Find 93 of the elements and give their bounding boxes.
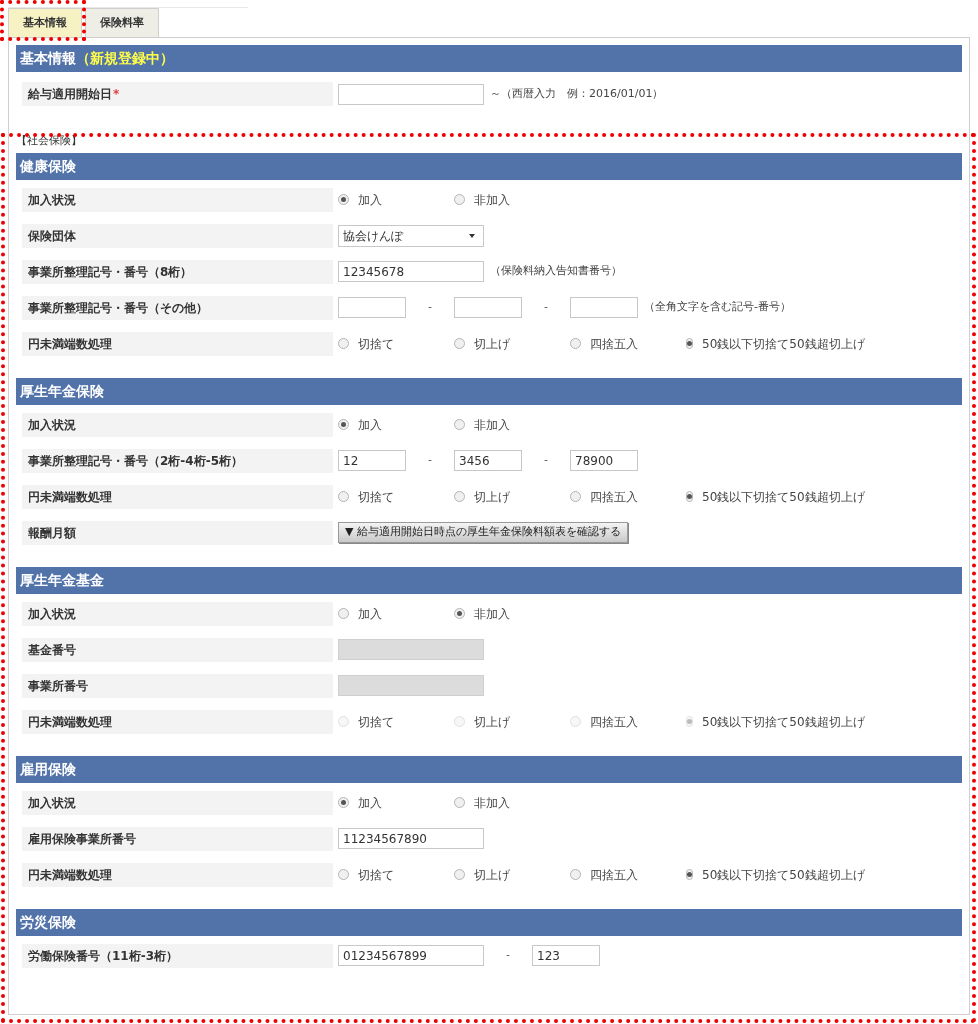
hint-text: （保険料納入告知書番号）: [490, 263, 622, 280]
radio-label: 切捨て: [358, 335, 394, 353]
radio-label: 四捨五入: [590, 866, 638, 884]
input-field[interactable]: [338, 297, 406, 318]
field-label: 雇用保険事業所番号: [22, 826, 333, 851]
radio-label: 四捨五入: [590, 488, 638, 506]
radio-button[interactable]: [686, 869, 693, 880]
radio-label: 切捨て: [358, 713, 394, 731]
input-field[interactable]: [338, 83, 484, 105]
radio-button[interactable]: [454, 869, 465, 880]
dash-separator: -: [427, 299, 433, 316]
dash-separator: -: [543, 452, 549, 469]
dropdown[interactable]: 協会けんぽ: [338, 224, 484, 247]
radio-button[interactable]: [454, 491, 465, 502]
radio-label: 非加入: [474, 605, 510, 623]
hint-text: ～（西暦入力 例：2016/01/01）: [490, 85, 664, 102]
radio-label: 加入: [358, 416, 382, 434]
dash-separator: -: [543, 299, 549, 316]
radio-label: 切上げ: [474, 713, 510, 731]
radio-label: 切捨て: [358, 866, 394, 884]
radio-label: 加入: [358, 794, 382, 812]
field-label: 事業所番号: [22, 673, 333, 698]
field-label: 加入状況: [22, 187, 333, 212]
field-label: 給与適用開始日*: [22, 82, 333, 106]
field-label: 事業所整理記号・番号（その他）: [22, 295, 333, 320]
radio-button[interactable]: [454, 194, 465, 205]
radio-label: 50銭以下切捨て50銭超切上げ: [702, 335, 865, 353]
radio-button[interactable]: [570, 491, 581, 502]
field-label: 基金番号: [22, 637, 333, 662]
radio-button[interactable]: [454, 419, 465, 430]
radio-button[interactable]: [686, 338, 693, 349]
radio-button[interactable]: [686, 491, 693, 502]
section-title: 労災保険: [20, 912, 76, 932]
radio-label: 非加入: [474, 191, 510, 209]
radio-button[interactable]: [338, 419, 349, 430]
radio-label: 非加入: [474, 794, 510, 812]
input-field[interactable]: 3456: [454, 450, 522, 471]
radio-label: 加入: [358, 191, 382, 209]
radio-button[interactable]: [454, 608, 465, 619]
field-label: 事業所整理記号・番号（8桁）: [22, 259, 333, 284]
caret-icon: [469, 233, 475, 238]
field-label: 円未満端数処理: [22, 484, 333, 509]
radio-button[interactable]: [338, 491, 349, 502]
radio-button[interactable]: [570, 869, 581, 880]
dash-separator: -: [505, 947, 511, 964]
input-field[interactable]: [454, 297, 522, 318]
radio-button[interactable]: [338, 797, 349, 808]
input-field[interactable]: 78900: [570, 450, 638, 471]
field-label: 事業所整理記号・番号（2桁-4桁-5桁）: [22, 448, 333, 473]
radio-label: 切捨て: [358, 488, 394, 506]
field-label: 円未満端数処理: [22, 331, 333, 356]
section-title: 健康保険: [20, 156, 76, 176]
field-label: 労働保険番号（11桁-3桁）: [22, 943, 333, 968]
radio-button[interactable]: [570, 338, 581, 349]
radio-label: 切上げ: [474, 488, 510, 506]
input-field[interactable]: [570, 297, 638, 318]
radio-button[interactable]: [454, 797, 465, 808]
section-title: 厚生年金保険: [20, 381, 104, 401]
radio-label: 切上げ: [474, 866, 510, 884]
input-field[interactable]: 123: [532, 945, 600, 966]
tab[interactable]: 保険料率: [85, 8, 159, 37]
section-title: 厚生年金基金: [20, 570, 104, 590]
input-field[interactable]: 01234567899: [338, 945, 484, 966]
field-label: 保険団体: [22, 223, 333, 248]
field-label: 報酬月額: [22, 520, 333, 545]
radio-label: 四捨五入: [590, 713, 638, 731]
radio-label: 切上げ: [474, 335, 510, 353]
radio-label: 50銭以下切捨て50銭超切上げ: [702, 866, 865, 884]
section-title: 雇用保険: [20, 759, 76, 779]
tab[interactable]: 基本情報: [8, 8, 82, 37]
section-title: 基本情報（新規登録中）: [20, 49, 174, 68]
field-label: 加入状況: [22, 412, 333, 437]
radio-label: 非加入: [474, 416, 510, 434]
input-field[interactable]: 12345678: [338, 261, 484, 282]
check-table-button[interactable]: ▼ 給与適用開始日時点の厚生年金保険料額表を確認する: [338, 522, 628, 543]
dash-separator: -: [427, 452, 433, 469]
radio-button[interactable]: [338, 869, 349, 880]
radio-button[interactable]: [338, 608, 349, 619]
dropdown-value: 協会けんぽ: [343, 227, 403, 245]
radio-button[interactable]: [338, 338, 349, 349]
radio-label: 50銭以下切捨て50銭超切上げ: [702, 713, 865, 731]
radio-label: 加入: [358, 605, 382, 623]
radio-label: 50銭以下切捨て50銭超切上げ: [702, 488, 865, 506]
hint-text: （全角文字を含む記号-番号）: [644, 299, 791, 316]
radio-button[interactable]: [454, 338, 465, 349]
field-label: 円未満端数処理: [22, 862, 333, 887]
field-label: 加入状況: [22, 790, 333, 815]
radio-button[interactable]: [338, 194, 349, 205]
input-field[interactable]: 11234567890: [338, 828, 484, 849]
input-field[interactable]: 12: [338, 450, 406, 471]
field-label: 加入状況: [22, 601, 333, 626]
field-label: 円未満端数処理: [22, 709, 333, 734]
radio-label: 四捨五入: [590, 335, 638, 353]
